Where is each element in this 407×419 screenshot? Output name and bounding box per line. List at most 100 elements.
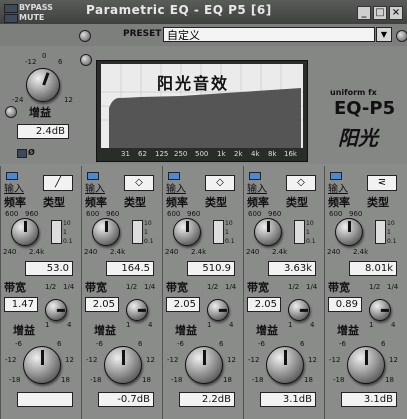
slider-tick: 0.1: [387, 238, 397, 245]
eq-band-4: 输入 ◇ 频率 类型 600 960 240 2.4k 10 1 0.1 3.6…: [243, 166, 323, 419]
eq-curve-display: 阳光音效: [101, 64, 303, 148]
band-gain-value[interactable]: -0.7dB: [98, 392, 154, 407]
band-bw-knob[interactable]: [369, 299, 391, 321]
freq-tick: 240: [246, 248, 260, 256]
band-gain-value[interactable]: 3.1dB: [260, 392, 316, 407]
bw-tick: 1/2: [45, 283, 57, 291]
band-gain-value[interactable]: 3.1dB: [341, 392, 397, 407]
band-freq-value[interactable]: 164.5: [106, 261, 154, 276]
band-type-select[interactable]: ⋜: [367, 175, 397, 191]
freq-label: 4k: [251, 150, 260, 158]
preset-select[interactable]: 自定义: [163, 27, 375, 42]
eq-graph: 阳光音效 31 62 125 250 500 1k 2k 4k 8k 16k: [96, 60, 308, 162]
slider-tick: 10: [306, 220, 314, 227]
band-input-led[interactable]: [168, 172, 180, 180]
slider-tick: 1: [387, 229, 391, 236]
gain-tick: 6: [57, 340, 62, 348]
band-input-led[interactable]: [87, 172, 99, 180]
freq-tick: 600: [329, 210, 343, 218]
band-q-range-slider[interactable]: [132, 220, 143, 244]
freq-tick: 600: [5, 210, 19, 218]
freq-label: 125: [155, 150, 169, 158]
band-input-label[interactable]: 输入: [247, 180, 267, 195]
band-input-label[interactable]: 输入: [166, 180, 186, 195]
freq-tick: 240: [84, 248, 98, 256]
band-freq-knob[interactable]: [335, 218, 363, 246]
band-freq-value[interactable]: 8.01k: [349, 261, 397, 276]
band-bw-knob[interactable]: [45, 299, 67, 321]
bw-tick: 1/4: [144, 283, 156, 291]
band-bw-value[interactable]: 2.05: [85, 297, 119, 312]
freq-tick: 2.4k: [110, 248, 126, 256]
close-button[interactable]: ×: [389, 6, 403, 20]
master-tick: 12: [64, 96, 73, 104]
gain-tick: 12: [389, 356, 398, 364]
gain-tick: -12: [167, 356, 179, 364]
band-bw-value[interactable]: 2.05: [247, 297, 281, 312]
bw-tick: 1/2: [207, 283, 219, 291]
bw-tick: 1/4: [387, 283, 399, 291]
master-gain-knob[interactable]: [26, 68, 60, 102]
bypass-led[interactable]: [4, 4, 18, 13]
eq-band-1: 输入 ╱ 频率 类型 600 960 240 2.4k 10 1 0.1 53.…: [0, 166, 80, 419]
band-input-label[interactable]: 输入: [328, 180, 348, 195]
band-q-range-slider[interactable]: [51, 220, 62, 244]
bw-tick: 4: [148, 321, 153, 329]
band-input-led[interactable]: [330, 172, 342, 180]
band-type-select[interactable]: ╱: [43, 175, 73, 191]
gain-tick: 18: [385, 376, 394, 384]
band-gain-knob[interactable]: [266, 346, 304, 384]
master-gain-value[interactable]: 2.4dB: [17, 124, 69, 139]
screw-icon: [396, 30, 407, 42]
band-freq-knob[interactable]: [173, 218, 201, 246]
band-type-select[interactable]: ◇: [286, 175, 316, 191]
gain-tick: -18: [252, 376, 264, 384]
band-bw-label: 带宽: [247, 281, 269, 294]
freq-label: 8k: [268, 150, 277, 158]
band-gain-knob[interactable]: [23, 346, 61, 384]
band-gain-value[interactable]: 2.2dB: [179, 392, 235, 407]
freq-tick: 2.4k: [353, 248, 369, 256]
band-freq-value[interactable]: 510.9: [187, 261, 235, 276]
chevron-down-icon[interactable]: ▼: [376, 27, 392, 42]
band-freq-value[interactable]: 3.63k: [268, 261, 316, 276]
band-input-led[interactable]: [6, 172, 18, 180]
title-bar[interactable]: BYPASS MUTE Parametric EQ - EQ P5 [6] _ …: [0, 0, 407, 24]
slider-tick: 0.1: [144, 238, 154, 245]
band-bw-knob[interactable]: [288, 299, 310, 321]
band-gain-knob[interactable]: [185, 346, 223, 384]
band-bw-knob[interactable]: [126, 299, 148, 321]
bw-tick: 4: [391, 321, 396, 329]
band-freq-knob[interactable]: [11, 218, 39, 246]
band-gain-knob[interactable]: [104, 346, 142, 384]
freq-tick: 600: [167, 210, 181, 218]
band-freq-knob[interactable]: [254, 218, 282, 246]
band-gain-knob[interactable]: [347, 346, 385, 384]
band-bw-knob[interactable]: [207, 299, 229, 321]
screw-icon: [80, 54, 92, 66]
band-gain-value[interactable]: [17, 392, 73, 407]
band-type-select[interactable]: ◇: [124, 175, 154, 191]
band-bw-value[interactable]: 1.47: [4, 297, 38, 312]
freq-tick: 600: [248, 210, 262, 218]
band-q-range-slider[interactable]: [294, 220, 305, 244]
band-freq-value[interactable]: 53.0: [25, 261, 73, 276]
freq-tick: 2.4k: [191, 248, 207, 256]
slider-tick: 1: [144, 229, 148, 236]
band-q-range-slider[interactable]: [375, 220, 386, 244]
band-bw-value[interactable]: 2.05: [166, 297, 200, 312]
band-bw-value[interactable]: 0.89: [328, 297, 362, 312]
band-q-range-slider[interactable]: [213, 220, 224, 244]
minimize-button[interactable]: _: [357, 6, 371, 20]
phase-led[interactable]: [17, 149, 27, 158]
master-gain-label: 增益: [29, 106, 51, 119]
band-input-label[interactable]: 输入: [85, 180, 105, 195]
band-input-label[interactable]: 输入: [4, 180, 24, 195]
band-type-select[interactable]: ◇: [205, 175, 235, 191]
maximize-button[interactable]: □: [373, 6, 387, 20]
band-input-led[interactable]: [249, 172, 261, 180]
band-freq-knob[interactable]: [92, 218, 120, 246]
mute-led[interactable]: [4, 14, 18, 23]
master-tick: 6: [58, 58, 63, 66]
bw-tick: 1: [207, 321, 212, 329]
